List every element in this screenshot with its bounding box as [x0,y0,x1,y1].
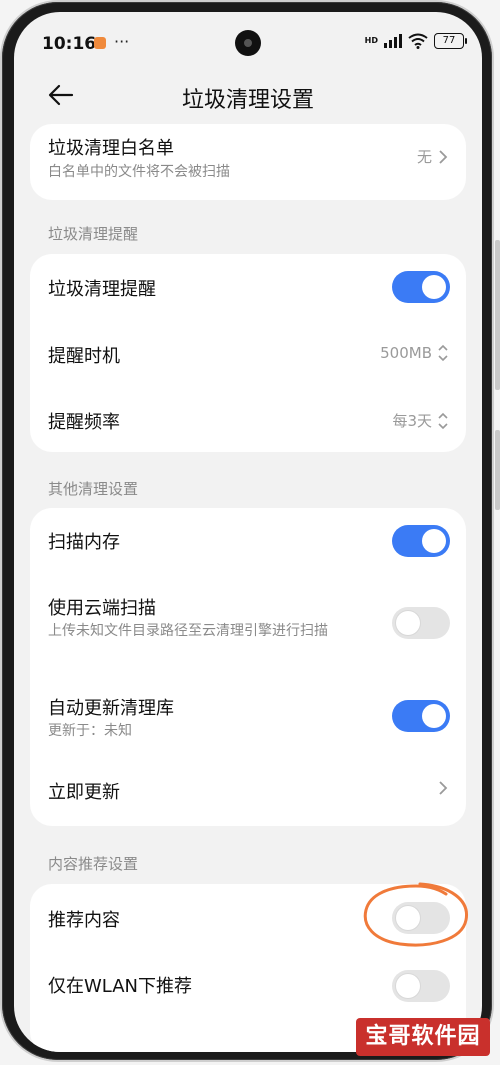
wlan-only-row[interactable]: 仅在WLAN下推荐 [30,950,466,1016]
reminder-timing-value: 500MB [380,344,432,362]
wlan-only-toggle[interactable] [392,970,450,1002]
reminder-toggle-row[interactable]: 垃圾清理提醒 [30,254,466,320]
wlan-only-label: 仅在WLAN下推荐 [48,976,193,997]
recommend-content-label: 推荐内容 [48,910,120,931]
status-time: 10:16 [42,34,97,54]
reminder-timing-label: 提醒时机 [48,346,120,367]
auto-update-toggle[interactable] [392,700,450,732]
more-notifications-indicator: ··· [114,32,130,51]
reminder-frequency-row[interactable]: 提醒频率 每3天 [30,386,466,452]
section-title-content: 内容推荐设置 [48,855,139,873]
reminder-toggle[interactable] [392,271,450,303]
status-icons: HD 77 [364,33,467,49]
auto-update-description: 更新于：未知 [48,723,132,739]
other-settings-card: 扫描内存 使用云端扫描 上传未知文件目录路径至云清理引擎进行扫描 自动更新清理库… [30,508,466,826]
power-button [495,430,500,510]
volume-button [495,240,500,390]
auto-update-label: 自动更新清理库 [48,698,174,719]
battery-icon: 77 [434,33,467,49]
update-now-row[interactable]: 立即更新 [30,754,466,824]
cloud-scan-toggle[interactable] [392,607,450,639]
updown-chevron-icon [438,412,448,429]
reminder-frequency-value-wrap: 每3天 [392,410,448,431]
whitelist-description: 白名单中的文件将不会被扫描 [48,164,230,180]
cloud-scan-description: 上传未知文件目录路径至云清理引擎进行扫描 [48,623,328,639]
update-now-chevron-wrap [438,780,448,796]
cloud-scan-row[interactable]: 使用云端扫描 上传未知文件目录路径至云清理引擎进行扫描 [30,574,466,672]
notification-app-icon [94,37,106,49]
whitelist-value-wrap: 无 [417,146,448,167]
hd-label: HD [364,36,378,45]
chevron-right-icon [439,781,448,795]
chevron-right-icon [439,149,448,164]
scan-memory-toggle[interactable] [392,525,450,557]
whitelist-value: 无 [416,148,432,166]
reminder-timing-value-wrap: 500MB [380,344,448,362]
reminder-label: 垃圾清理提醒 [48,279,156,300]
scan-memory-row[interactable]: 扫描内存 [30,508,466,574]
front-camera [235,30,261,56]
whitelist-label: 垃圾清理白名单 [48,138,174,159]
reminder-timing-row[interactable]: 提醒时机 500MB [30,320,466,386]
scan-memory-label: 扫描内存 [48,532,120,553]
auto-update-row[interactable]: 自动更新清理库 更新于：未知 [30,672,466,754]
annotation-circle [363,882,468,947]
update-now-label: 立即更新 [48,782,120,803]
signal-icon [384,34,402,48]
reminder-card: 垃圾清理提醒 提醒时机 500MB 提醒频率 每3天 [30,254,466,452]
reminder-frequency-value: 每3天 [392,412,432,430]
status-bar: 10:16 ··· HD 77 [14,12,482,68]
page-header: 垃圾清理设置 [14,70,482,120]
updown-chevron-icon [438,344,448,362]
reminder-frequency-label: 提醒频率 [48,412,120,433]
wifi-icon [408,33,428,49]
watermark-logo: 宝哥软件园 [356,1018,490,1056]
whitelist-card: 垃圾清理白名单 白名单中的文件将不会被扫描 无 [30,124,466,200]
whitelist-row[interactable]: 垃圾清理白名单 白名单中的文件将不会被扫描 无 [30,124,466,200]
section-title-reminder: 垃圾清理提醒 [48,225,139,243]
cloud-scan-label: 使用云端扫描 [48,598,156,619]
section-title-other: 其他清理设置 [48,480,139,498]
page-title: 垃圾清理设置 [181,88,314,113]
